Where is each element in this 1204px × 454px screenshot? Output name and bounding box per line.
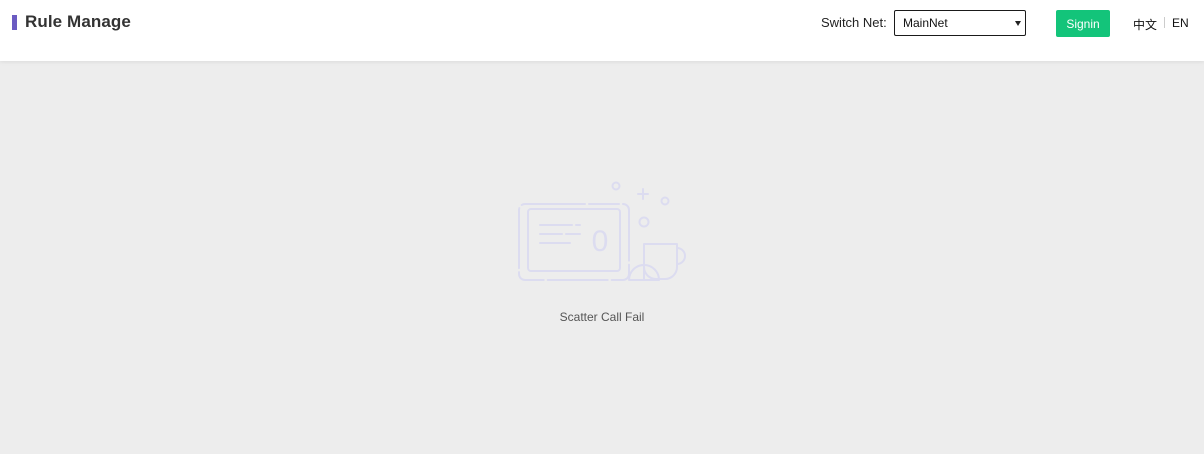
lang-zh-link[interactable]: 中文 <box>1133 16 1157 33</box>
lang-divider <box>1164 17 1165 28</box>
dropdown-arrow-icon <box>1015 21 1021 26</box>
network-select[interactable]: MainNet <box>894 10 1026 36</box>
empty-state-icon: 0 <box>518 181 686 281</box>
illustration-digit: 0 <box>592 225 609 258</box>
brand: Rule Manage <box>12 12 131 32</box>
top-header: Rule Manage Switch Net: MainNet Signin 中… <box>0 0 1204 61</box>
switch-net-label: Switch Net: <box>821 15 887 30</box>
brand-accent-bar <box>12 14 17 30</box>
signin-button[interactable]: Signin <box>1056 10 1110 37</box>
lang-en-link[interactable]: EN <box>1172 16 1189 30</box>
empty-state-message: Scatter Call Fail <box>559 310 645 324</box>
page-title: Rule Manage <box>25 12 131 31</box>
network-select-value: MainNet <box>903 16 948 30</box>
